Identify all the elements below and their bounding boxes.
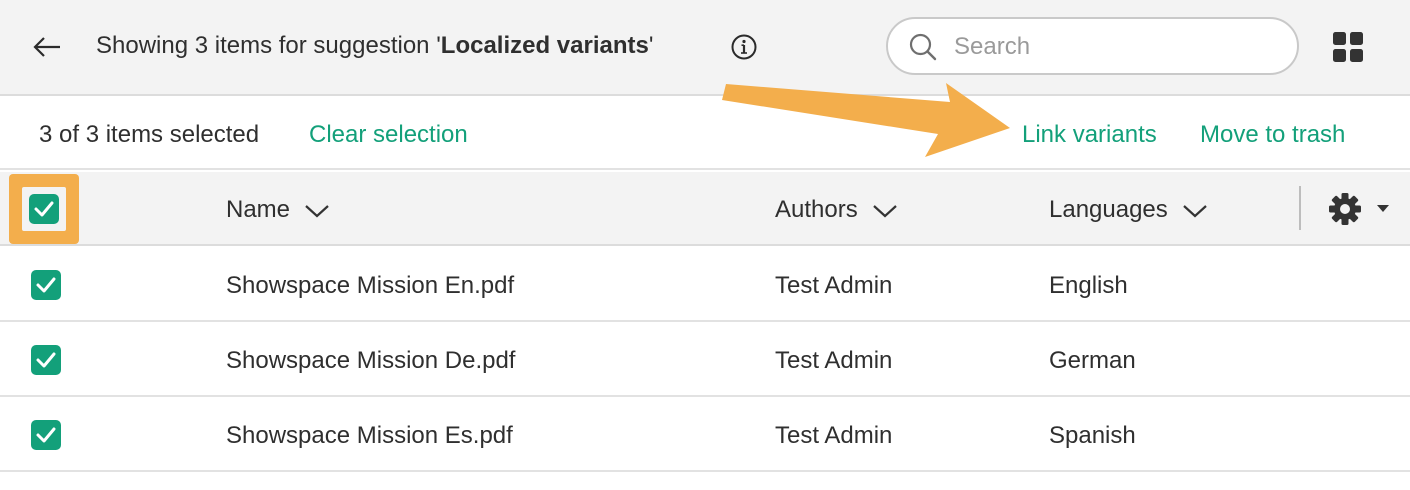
clear-selection-link[interactable]: Clear selection xyxy=(309,121,468,149)
author: Test Admin xyxy=(775,422,893,449)
column-header-authors[interactable]: Authors xyxy=(775,196,898,224)
checkmark-icon xyxy=(34,201,54,217)
search-icon xyxy=(909,33,937,61)
file-name[interactable]: Showspace Mission De.pdf xyxy=(226,347,515,375)
page-title: Showing 3 items for suggestion 'Localize… xyxy=(96,32,654,59)
grid-view-button[interactable] xyxy=(1332,31,1364,63)
select-all-highlight xyxy=(9,174,79,244)
info-icon[interactable] xyxy=(730,33,758,61)
gear-icon xyxy=(1329,193,1389,225)
author: Test Admin xyxy=(775,347,893,374)
page-header: Showing 3 items for suggestion 'Localize… xyxy=(0,0,1410,96)
suggestion-name: Localized variants xyxy=(440,32,649,59)
move-to-trash-button[interactable]: Move to trash xyxy=(1200,121,1345,149)
file-name[interactable]: Showspace Mission En.pdf xyxy=(226,272,514,300)
selection-count: 3 of 3 items selected xyxy=(39,121,260,148)
table-row[interactable]: Showspace Mission De.pdf Test Admin Germ… xyxy=(0,323,1410,397)
row-checkbox[interactable] xyxy=(31,420,61,450)
language: Spanish xyxy=(1049,422,1136,449)
column-header-name[interactable]: Name xyxy=(226,196,330,224)
checkmark-icon xyxy=(36,352,56,368)
select-all-checkbox[interactable] xyxy=(29,194,59,224)
link-variants-button[interactable]: Link variants xyxy=(1022,121,1157,149)
table-row[interactable]: Showspace Mission Es.pdf Test Admin Span… xyxy=(0,398,1410,472)
author: Test Admin xyxy=(775,272,893,299)
search-box[interactable] xyxy=(886,17,1299,75)
selection-bar: 3 of 3 items selected Clear selection Li… xyxy=(0,98,1410,170)
column-header-languages[interactable]: Languages xyxy=(1049,196,1208,224)
chevron-down-icon xyxy=(1183,204,1207,218)
checkmark-icon xyxy=(36,427,56,443)
language: German xyxy=(1049,347,1136,374)
checkmark-icon xyxy=(36,277,56,293)
caret-down-icon xyxy=(1377,205,1389,212)
row-checkbox[interactable] xyxy=(31,345,61,375)
table-header: Name Authors Languages xyxy=(0,172,1410,246)
chevron-down-icon xyxy=(305,204,329,218)
table-row[interactable]: Showspace Mission En.pdf Test Admin Engl… xyxy=(0,248,1410,322)
header-divider xyxy=(1299,186,1301,230)
grid-view-icon xyxy=(1333,32,1363,62)
column-settings-button[interactable] xyxy=(1328,192,1394,226)
file-name[interactable]: Showspace Mission Es.pdf xyxy=(226,422,513,450)
back-button[interactable] xyxy=(30,30,66,66)
search-input[interactable] xyxy=(954,30,1274,64)
chevron-down-icon xyxy=(872,204,897,218)
language: English xyxy=(1049,272,1128,299)
back-arrow-icon xyxy=(33,37,60,57)
row-checkbox[interactable] xyxy=(31,270,61,300)
